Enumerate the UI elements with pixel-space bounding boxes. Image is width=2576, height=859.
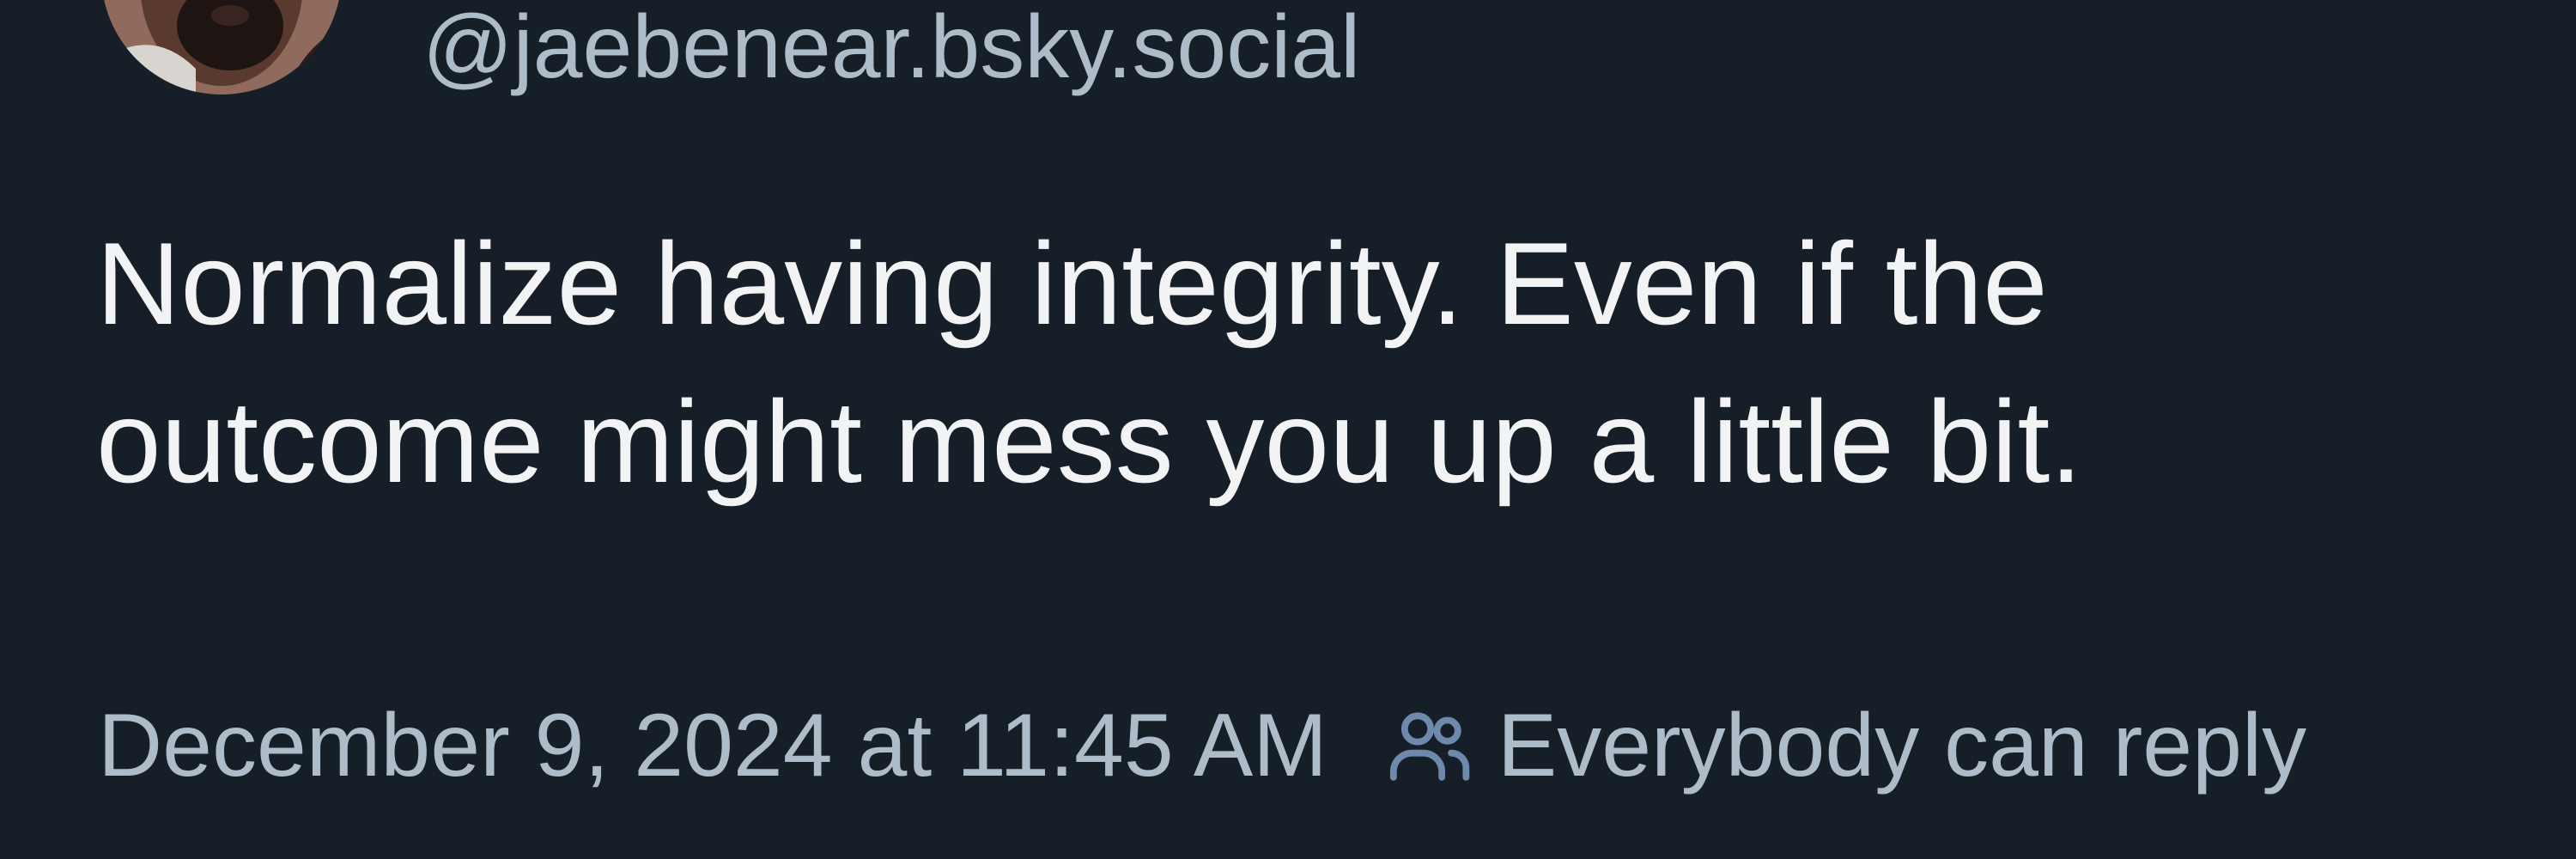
author-handle[interactable]: @jaebenear.bsky.social bbox=[422, 0, 1360, 103]
post-card: @jaebenear.bsky.social Normalize having … bbox=[0, 0, 2576, 859]
reply-setting: Everybody can reply bbox=[1384, 694, 2306, 797]
post-meta: December 9, 2024 at 11:45 AM Everybody c… bbox=[98, 694, 2306, 797]
avatar-image bbox=[101, 0, 342, 94]
avatar[interactable] bbox=[101, 0, 342, 94]
post-text: Normalize having integrity. Even if the … bbox=[96, 218, 2083, 507]
post-timestamp[interactable]: December 9, 2024 at 11:45 AM bbox=[98, 694, 1327, 797]
reply-setting-label: Everybody can reply bbox=[1497, 696, 2307, 795]
people-icon bbox=[1389, 712, 1470, 781]
